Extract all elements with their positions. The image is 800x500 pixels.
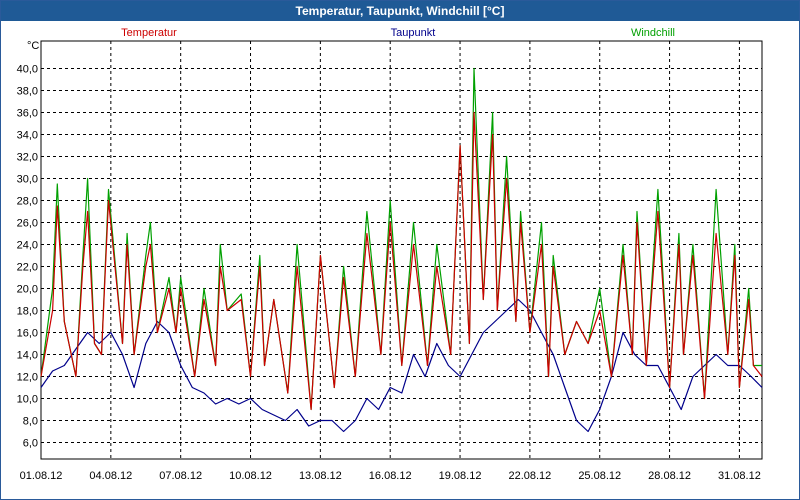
y-tick-label: 36,0 (17, 108, 38, 120)
x-tick-label: 16.08.12 (369, 470, 412, 482)
y-tick-label: 26,0 (17, 218, 38, 230)
y-tick-label: 30,0 (17, 174, 38, 186)
x-tick-label: 31.08.12 (718, 470, 761, 482)
x-tick-label: 22.08.12 (508, 470, 551, 482)
legend-windchill: Windchill (631, 27, 675, 39)
x-tick-label: 07.08.12 (159, 470, 202, 482)
x-tick-label: 19.08.12 (439, 470, 482, 482)
y-tick-label: 28,0 (17, 196, 38, 208)
legend-temperatur: Temperatur (121, 27, 177, 39)
y-tick-label: 14,0 (17, 350, 38, 362)
x-tick-label: 04.08.12 (89, 470, 132, 482)
y-tick-label: 10,0 (17, 394, 38, 406)
x-tick-label: 01.08.12 (20, 470, 63, 482)
line-chart: 6,0 8,0 10,0 12,0 14,0 16,0 18,0 20,0 22,0 24,0 26… (17, 27, 763, 482)
chart-window: Temperatur, Taupunkt, Windchill [°C] 6,0… (0, 0, 800, 500)
y-tick-label: 18,0 (17, 306, 38, 318)
y-tick-label: 16,0 (17, 328, 38, 340)
y-axis-label: °C (27, 40, 39, 52)
x-tick-label: 13.08.12 (299, 470, 342, 482)
window-title: Temperatur, Taupunkt, Windchill [°C] (1, 1, 799, 21)
y-tick-label: 20,0 (17, 284, 38, 296)
x-tick-label: 10.08.12 (229, 470, 272, 482)
y-tick-label: 34,0 (17, 130, 38, 142)
x-tick-label: 25.08.12 (578, 470, 621, 482)
y-tick-label: 32,0 (17, 152, 38, 164)
y-tick-label: 8,0 (23, 416, 38, 428)
x-tick-label: 28.08.12 (648, 470, 691, 482)
legend-taupunkt: Taupunkt (391, 27, 436, 39)
y-tick-label: 24,0 (17, 240, 38, 252)
y-tick-label: 6,0 (23, 438, 38, 450)
y-tick-label: 12,0 (17, 372, 38, 384)
y-tick-label: 22,0 (17, 262, 38, 274)
y-tick-label: 38,0 (17, 86, 38, 98)
y-tick-label: 40,0 (17, 64, 38, 76)
